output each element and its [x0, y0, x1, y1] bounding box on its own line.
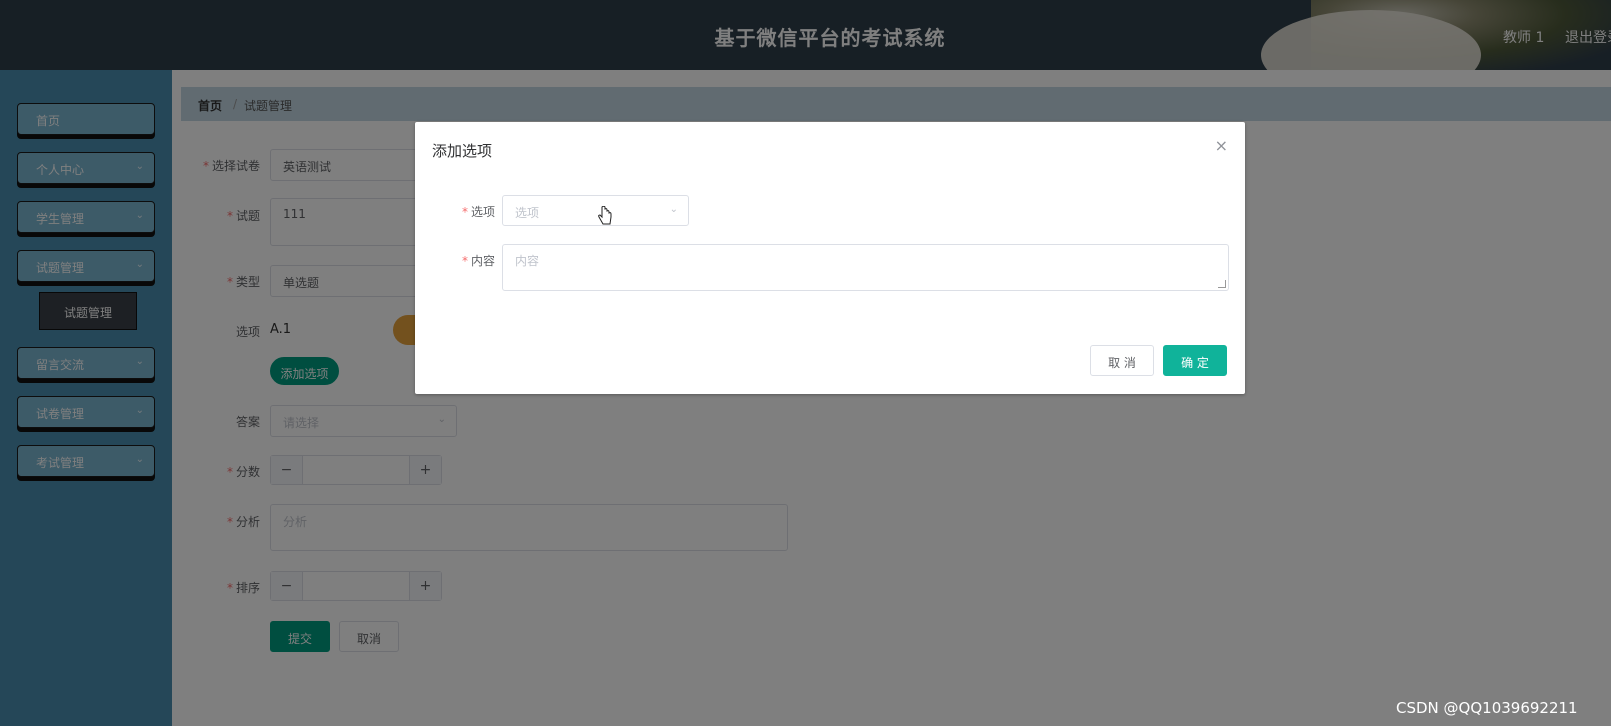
watermark: CSDN @QQ1039692211 [1396, 699, 1578, 717]
chevron-down-icon: ⌄ [669, 204, 678, 215]
hand-pointer-icon [598, 206, 612, 225]
content-label: * 内容 [461, 254, 495, 268]
option-label: * 选项 [461, 205, 495, 219]
close-icon[interactable]: × [1215, 136, 1228, 155]
dialog-cancel-button[interactable]: 取 消 [1090, 345, 1154, 376]
dialog-confirm-button[interactable]: 确 定 [1163, 345, 1227, 376]
content-field[interactable]: 内容 [502, 244, 1229, 291]
add-option-dialog: 添加选项 × * 选项 选项 ⌄ * 内容 内容 取 消 确 定 [415, 122, 1245, 394]
option-select[interactable]: 选项 ⌄ [502, 195, 689, 226]
dialog-title: 添加选项 [432, 142, 493, 160]
resize-handle-icon[interactable] [1218, 280, 1226, 288]
